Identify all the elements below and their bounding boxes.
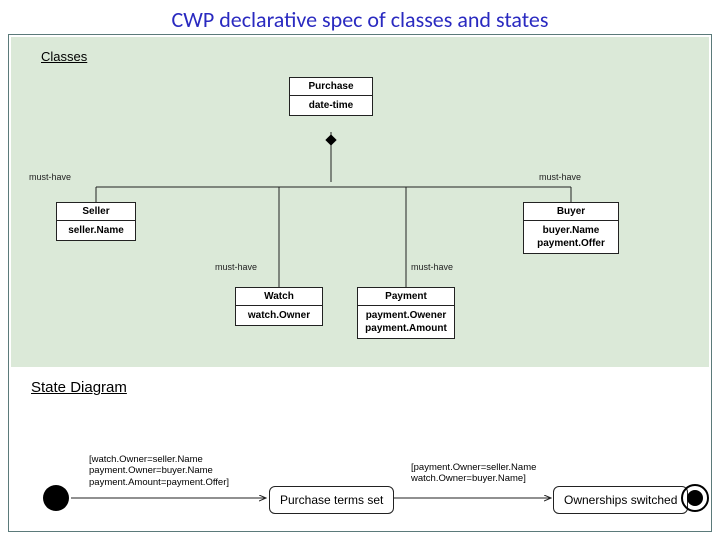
aggregation-diamond-icon [325, 134, 336, 145]
class-seller-name: Seller [57, 203, 135, 221]
class-buyer-attrs: buyer.Name payment.Offer [524, 221, 618, 253]
class-watch: Watch watch.Owner [235, 287, 323, 326]
start-state-icon [43, 485, 69, 511]
assoc-label-seller: must-have [29, 172, 71, 182]
class-buyer-name: Buyer [524, 203, 618, 221]
page-title: CWP declarative spec of classes and stat… [0, 0, 720, 35]
class-seller-attr: seller.Name [57, 221, 135, 240]
state-diagram-panel: [watch.Owner=seller.Name payment.Owner=b… [11, 400, 709, 560]
state-ownerships-switched: Ownerships switched [553, 486, 688, 514]
end-state-inner-icon [687, 490, 703, 506]
class-purchase: Purchase date-time [289, 77, 373, 116]
diagram-frame: Classes Purchase date-time Seller seller… [8, 34, 712, 532]
assoc-label-payment: must-have [411, 262, 453, 272]
end-state-icon [681, 484, 709, 512]
class-payment-name: Payment [358, 288, 454, 306]
class-payment: Payment payment.Owener payment.Amount [357, 287, 455, 339]
class-buyer: Buyer buyer.Name payment.Offer [523, 202, 619, 254]
classes-section-label: Classes [41, 49, 87, 64]
state-section-label: State Diagram [31, 379, 127, 396]
class-purchase-name: Purchase [290, 78, 372, 96]
class-watch-name: Watch [236, 288, 322, 306]
class-purchase-attr: date-time [290, 96, 372, 115]
class-payment-attrs: payment.Owener payment.Amount [358, 306, 454, 338]
assoc-label-watch: must-have [215, 262, 257, 272]
class-watch-attr: watch.Owner [236, 306, 322, 325]
transition-label-2: [payment.Owner=seller.Name watch.Owner=b… [411, 462, 536, 485]
transition-label-1: [watch.Owner=seller.Name payment.Owner=b… [89, 454, 229, 488]
state-purchase-terms: Purchase terms set [269, 486, 394, 514]
assoc-label-buyer: must-have [539, 172, 581, 182]
classes-panel: Classes Purchase date-time Seller seller… [11, 37, 709, 367]
class-seller: Seller seller.Name [56, 202, 136, 241]
